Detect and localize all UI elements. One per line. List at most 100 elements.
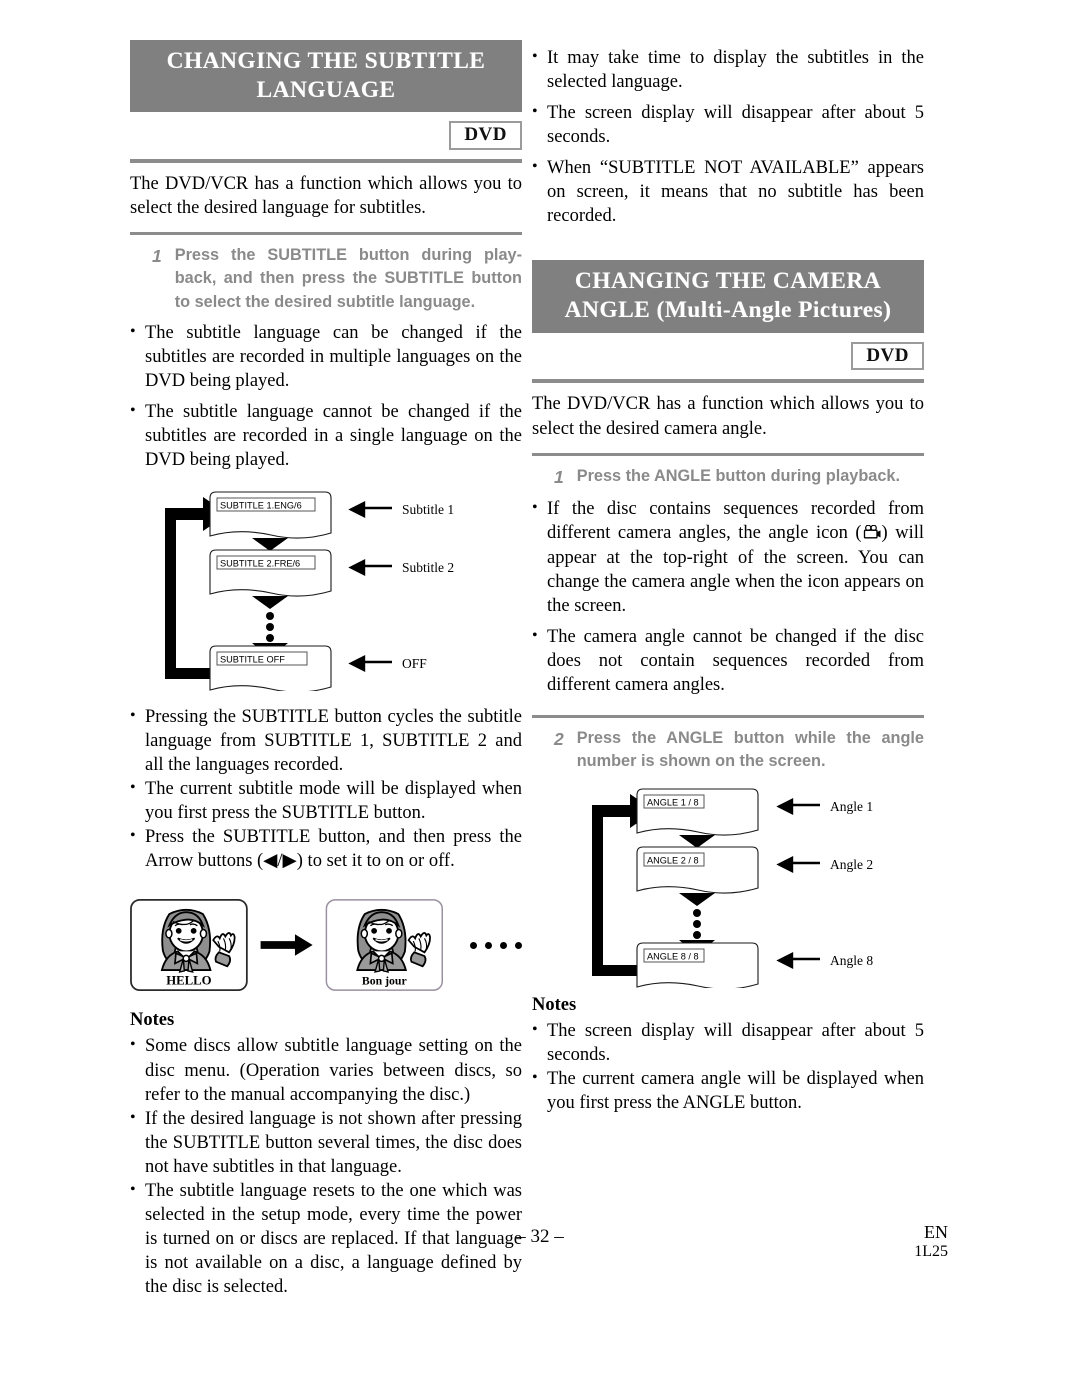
callout-group: Subtitle 1 Subtitle 2 OFF	[348, 501, 454, 672]
manual-page: CHANGING THE SUBTITLE LANGUAGE DVD The D…	[0, 0, 1080, 1397]
screen-box-2: SUBTITLE 2.FRE/6	[209, 549, 332, 597]
subtitle-flow-diagram: SUBTITLE 1.ENG/6 SUBTITLE 2.FRE/6 SUBTIT…	[130, 486, 522, 691]
divider-rule	[130, 232, 522, 236]
osd-text-2: ANGLE 2 / 8	[647, 855, 699, 865]
subtitle-illustration: HELLO Bon jour	[130, 895, 522, 995]
osd-text-1: SUBTITLE 1.ENG/6	[220, 500, 302, 510]
notes-block-right: Notes The screen display will disappear …	[532, 994, 924, 1115]
notes-heading: Notes	[130, 1010, 175, 1031]
heading-line-1: CHANGING THE SUBTITLE	[166, 48, 486, 74]
dot	[470, 941, 477, 949]
list-item: The screen display will disappear after …	[532, 1018, 924, 1067]
heading-line-2: LANGUAGE	[256, 76, 396, 103]
callout-label-2: Subtitle 2	[402, 560, 454, 575]
intro-paragraph: The DVD/VCR has a function which allows …	[532, 394, 924, 439]
ellipsis-dots	[470, 941, 522, 949]
step-number: 1	[152, 246, 162, 267]
list-item: Pressing the SUBTITLE button cycles the …	[130, 704, 522, 777]
screen-box-2: ANGLE 2 / 8	[636, 846, 759, 894]
divider-rule	[532, 714, 924, 718]
notes-block-left: Notes Some discs allow subtitle language…	[130, 1009, 522, 1299]
step-1-subtitle: 1 Press the SUBTITLE button during play-…	[130, 244, 522, 313]
dot	[500, 941, 507, 949]
osd-text-2: SUBTITLE 2.FRE/6	[220, 558, 300, 568]
callout-label-2: Angle 2	[830, 857, 873, 872]
ellipsis-dot	[266, 633, 274, 642]
camera-angle-icon	[863, 525, 881, 539]
ellipsis-dot	[693, 909, 701, 918]
down-arrow	[679, 893, 715, 907]
divider-rule	[532, 379, 924, 384]
angle-flow-diagram: ANGLE 1 / 8 ANGLE 2 / 8 ANGLE 8 / 8 Angl…	[580, 783, 924, 989]
osd-text-3: ANGLE 8 / 8	[647, 951, 699, 961]
section-heading-subtitle: CHANGING THE SUBTITLE LANGUAGE	[130, 40, 522, 113]
ellipsis-dot	[266, 611, 274, 620]
bullets-top-left: The subtitle language can be changed if …	[130, 320, 522, 472]
down-arrow	[679, 835, 715, 849]
panel-1-caption: HELLO	[166, 974, 211, 988]
list-item: The current subtitle mode will be displa…	[130, 776, 522, 825]
screen-box-1: ANGLE 1 / 8	[636, 788, 759, 836]
down-arrow	[252, 537, 288, 551]
callout-label-3: Angle 8	[830, 953, 873, 968]
step-1-angle: 1 Press the ANGLE button during playback…	[532, 465, 924, 490]
bullets-mid-right: If the disc contains sequences recorded …	[532, 496, 924, 697]
left-column: CHANGING THE SUBTITLE LANGUAGE DVD The D…	[130, 40, 522, 1299]
list-item: Some discs allow subtitle language setti…	[130, 1033, 522, 1106]
step-text: Press the SUBTITLE button during play-ba…	[174, 246, 522, 311]
heading-line-2: ANGLE (Multi-Angle Pictures)	[564, 296, 892, 323]
bullets-top-right: It may take time to display the subtitle…	[532, 45, 924, 228]
ellipsis-dot	[266, 622, 274, 631]
callout-label-3: OFF	[402, 656, 427, 671]
list-item: The subtitle language cannot be changed …	[130, 399, 522, 472]
flow-svg: ANGLE 1 / 8 ANGLE 2 / 8 ANGLE 8 / 8 Angl…	[592, 788, 873, 989]
dot	[515, 941, 522, 949]
dvd-badge: DVD	[851, 341, 924, 371]
intro-paragraph: The DVD/VCR has a function which allows …	[130, 174, 522, 219]
transition-arrow	[260, 934, 313, 957]
screen-box-1: SUBTITLE 1.ENG/6	[209, 491, 332, 539]
ellipsis-dot	[693, 920, 701, 929]
badge-row-right: DVD	[532, 341, 924, 371]
osd-text-1: ANGLE 1 / 8	[647, 797, 699, 807]
notes-heading: Notes	[532, 995, 577, 1016]
footer-codes: EN 1L25	[914, 1222, 948, 1262]
ellipsis-dot	[693, 931, 701, 940]
heading-line-1: CHANGING THE CAMERA	[574, 268, 882, 295]
notes-list-left: Some discs allow subtitle language setti…	[130, 1033, 522, 1299]
list-item: Press the SUBTITLE button, and then pres…	[130, 824, 522, 873]
section-heading-camera-angle: CHANGING THE CAMERA ANGLE (Multi-Angle P…	[532, 260, 924, 333]
badge-row-left: DVD	[130, 121, 522, 151]
callout-label-1: Subtitle 1	[402, 502, 454, 517]
bullets-mid-left: Pressing the SUBTITLE button cycles the …	[130, 704, 522, 873]
right-column: It may take time to display the subtitle…	[532, 40, 924, 1115]
list-item: If the disc contains sequences recorded …	[532, 496, 924, 617]
screen-box-3: SUBTITLE OFF	[209, 645, 332, 691]
step-text: Press the ANGLE button during playback.	[576, 466, 900, 485]
illustration-panel-2: Bon jour	[325, 899, 443, 992]
down-arrow	[252, 595, 288, 609]
list-item: The subtitle language can be changed if …	[130, 320, 522, 393]
step-number: 1	[554, 466, 564, 487]
document-code: 1L25	[914, 1243, 948, 1261]
divider-rule	[130, 159, 522, 164]
list-item: It may take time to display the subtitle…	[532, 45, 924, 94]
divider-rule	[532, 452, 924, 456]
screen-box-3: ANGLE 8 / 8	[636, 942, 759, 989]
dot	[485, 941, 492, 949]
panel-2-caption: Bon jour	[362, 975, 407, 988]
list-item: The camera angle cannot be changed if th…	[532, 624, 924, 697]
dvd-badge: DVD	[449, 121, 522, 151]
osd-text-3: SUBTITLE OFF	[220, 654, 285, 664]
illustration-panel-1: HELLO	[130, 899, 248, 992]
illustration-svg: HELLO Bon jour	[130, 899, 443, 992]
callout-label-1: Angle 1	[830, 799, 873, 814]
language-code: EN	[924, 1222, 948, 1242]
list-item: The screen display will disappear after …	[532, 100, 924, 149]
list-item: The current camera angle will be display…	[532, 1066, 924, 1115]
flow-svg: SUBTITLE 1.ENG/6 SUBTITLE 2.FRE/6 SUBTIT…	[165, 491, 454, 691]
callout-group: Angle 1 Angle 2 Angle 8	[776, 798, 873, 970]
notes-list-right: The screen display will disappear after …	[532, 1018, 924, 1115]
step-number: 2	[554, 728, 564, 749]
step-text: Press the ANGLE button while the angle n…	[576, 728, 924, 770]
